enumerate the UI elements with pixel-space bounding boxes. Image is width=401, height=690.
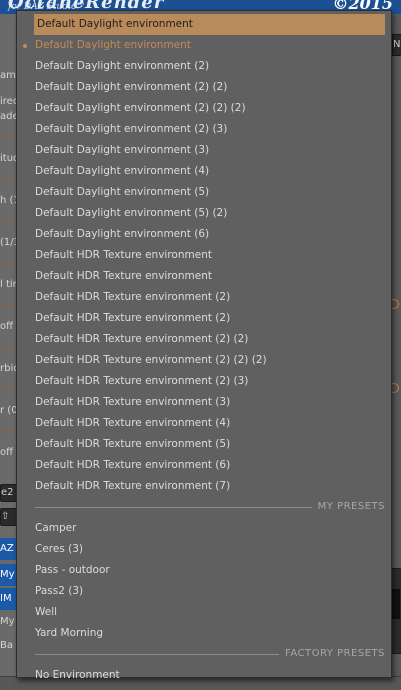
menu-item-environment[interactable]: Default Daylight environment (2) (2) [35,77,387,98]
current-selection-bullet-icon [23,44,27,48]
menu-item-environment[interactable]: Default HDR Texture environment (7) [35,476,387,497]
menu-item-environment[interactable]: Default HDR Texture environment (3) [35,392,387,413]
bg-list-item[interactable]: AZ [0,538,16,560]
menu-item-environment[interactable]: Default HDR Texture environment (2) (2) … [35,350,387,371]
menu-item-environment[interactable]: Default Daylight environment (3) [35,140,387,161]
menu-item-environment[interactable]: Default Daylight environment [35,35,387,56]
menu-item-my-preset[interactable]: Ceres (3) [35,539,387,560]
menu-item-environment[interactable]: Default HDR Texture environment (2) [35,308,387,329]
menu-item-environment[interactable]: Default Daylight environment (2) (2) (2) [35,98,387,119]
bg-list-item[interactable]: My [0,564,16,586]
menu-item-environment[interactable]: Default HDR Texture environment (6) [35,455,387,476]
menu-item-environment[interactable]: Default Daylight environment (2) [35,56,387,77]
section-label: FACTORY PRESETS [279,647,385,661]
menu-item-my-preset[interactable]: Pass2 (3) [35,581,387,602]
menu-item-environment[interactable]: Default HDR Texture environment (2) (2) [35,329,387,350]
menu-item-environment[interactable]: Default HDR Texture environment (2) (3) [35,371,387,392]
menu-item-environment[interactable]: Default HDR Texture environment [35,245,387,266]
menu-item-environment[interactable]: Default Daylight environment (4) [35,161,387,182]
menu-item-my-preset[interactable]: Camper [35,518,387,539]
menu-item-my-preset[interactable]: Pass - outdoor [35,560,387,581]
menu-item-environment[interactable]: Default Daylight environment [34,14,385,35]
factory-presets-header: FACTORY PRESETS [35,647,385,661]
section-label: MY PRESETS [311,500,385,514]
bg-tab-fragment[interactable]: e2 [0,484,17,502]
menu-item-my-preset[interactable]: Yard Morning [35,623,387,644]
menu-item-my-preset[interactable]: Well [35,602,387,623]
menu-item-environment[interactable]: Default HDR Texture environment (4) [35,413,387,434]
bg-list-item[interactable]: IM [0,588,16,610]
menu-item-environment[interactable]: Default Daylight environment (5) [35,182,387,203]
menu-item-environment[interactable]: Default Daylight environment (2) (3) [35,119,387,140]
menu-item-environment[interactable]: Default Daylight environment (5) (2) [35,203,387,224]
menu-item-environment[interactable]: Default HDR Texture environment [35,266,387,287]
my-presets-header: MY PRESETS [35,500,385,514]
menu-item-environment[interactable]: Default HDR Texture environment (2) [35,287,387,308]
environment-preset-menu[interactable]: Default Daylight environment Default Dayl… [16,10,392,681]
bg-right-button[interactable]: N [392,34,401,56]
menu-item-environment[interactable]: Default Daylight environment (6) [35,224,387,245]
menu-item-environment[interactable]: Default HDR Texture environment (5) [35,434,387,455]
menu-item-factory-preset[interactable]: No Environment [35,665,387,686]
bg-arrow-button[interactable]: ⇧ [0,508,17,526]
